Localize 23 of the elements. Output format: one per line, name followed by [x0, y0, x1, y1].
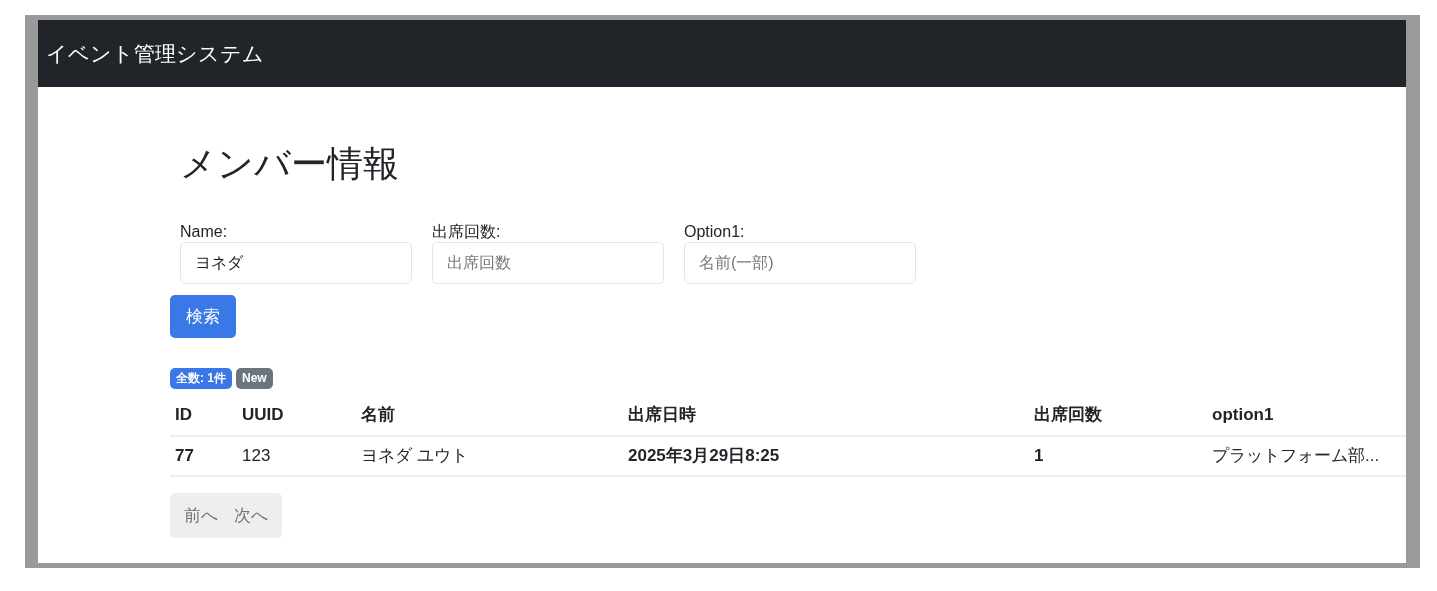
field-label: Option1: — [684, 222, 745, 242]
table-cell: ヨネダ ユウト — [356, 437, 623, 477]
search-button[interactable]: 検索 — [170, 295, 236, 338]
column-header: 出席回数 — [1029, 395, 1207, 437]
column-header: ID — [170, 395, 237, 437]
table-cell: 77 — [170, 437, 237, 477]
field-label: 出席回数: — [432, 222, 501, 242]
table-cell: 123 — [237, 437, 356, 477]
table-cell: 1 — [1029, 437, 1207, 477]
input-field[interactable]: 出席回数 — [432, 242, 664, 284]
table-cell: プラットフォーム部... — [1207, 437, 1406, 477]
column-header: option1 — [1207, 395, 1406, 437]
table-cell: 2025年3月29日8:25 — [623, 437, 1029, 477]
column-header: 出席日時 — [623, 395, 1029, 437]
field-label: Name: — [180, 222, 228, 242]
page-title: メンバー情報 — [180, 142, 400, 186]
badge: New — [236, 368, 273, 389]
navbar-title: イベント管理システム — [46, 40, 264, 67]
input-field[interactable]: ヨネダ — [180, 242, 412, 284]
column-header: UUID — [237, 395, 356, 437]
badge: 全数: 1件 — [170, 368, 232, 389]
input-field[interactable]: 名前(一部) — [684, 242, 916, 284]
column-header: 名前 — [356, 395, 623, 437]
